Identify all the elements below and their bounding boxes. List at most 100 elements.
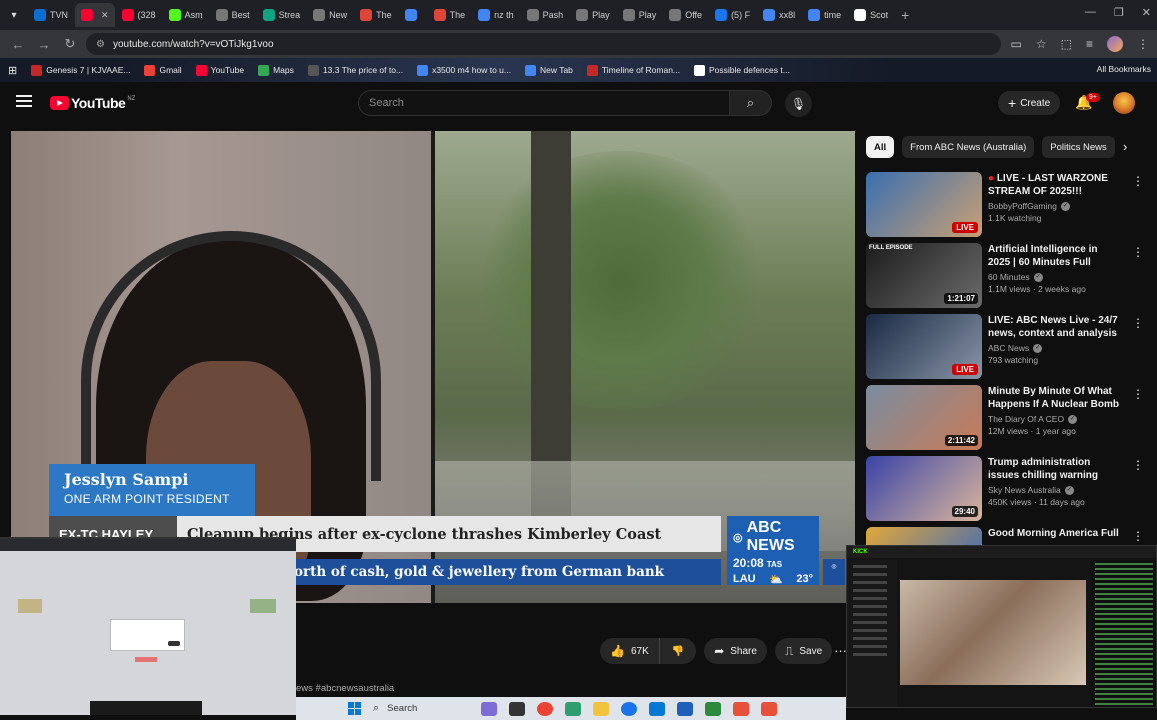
more-options-icon[interactable]: ⋮	[1132, 387, 1144, 401]
bookmark-item[interactable]: x3500 m4 how to u...	[417, 64, 511, 76]
apps-grid-icon[interactable]: ⊞	[8, 64, 17, 77]
back-icon[interactable]: ←	[8, 37, 28, 52]
recommendation-title-block[interactable]: LIVE: ABC News Live - 24/7 news, context…	[988, 314, 1122, 340]
description-hashtags[interactable]: ews #abcnewsaustralia	[296, 683, 394, 694]
edge-icon[interactable]	[621, 701, 637, 716]
reload-icon[interactable]: ↻	[60, 36, 80, 52]
recommendation-item[interactable]: LIVE ● LIVE - LAST WARZONE STREAM OF 2025…	[866, 172, 1156, 243]
save-button[interactable]: ⎍ Save	[774, 638, 833, 664]
minimize-icon[interactable]: —	[1085, 6, 1096, 19]
mail-icon[interactable]	[649, 701, 665, 716]
url-omnibox[interactable]: ⚙ youtube.com/watch?v=vOTiJkg1voo	[86, 33, 1001, 55]
maximize-icon[interactable]: ❐	[1114, 6, 1124, 19]
bookmark-item[interactable]: Possible defences t...	[694, 64, 790, 76]
browser-tab[interactable]: Asm	[163, 3, 209, 27]
video-player[interactable]: Jesslyn Sampi ONE ARM POINT RESIDENT EX-…	[11, 131, 855, 603]
browser-tab[interactable]: The	[428, 3, 472, 27]
profile-avatar[interactable]	[1107, 36, 1123, 52]
browser-tab[interactable]: nz th	[472, 3, 520, 27]
tab-search-menu-icon[interactable]: ▾	[4, 5, 24, 25]
store-icon[interactable]	[677, 701, 693, 716]
new-tab-button[interactable]: +	[901, 7, 909, 23]
bookmark-item[interactable]: Gmail	[144, 64, 182, 76]
recommendation-channel[interactable]: The Diary Of A CEO	[988, 414, 1064, 424]
browser-tab[interactable]: Scot	[848, 3, 894, 27]
browser-tab[interactable]: Best	[210, 3, 256, 27]
recommendation-thumbnail[interactable]: LIVE	[866, 314, 982, 379]
site-info-icon[interactable]: ⚙	[96, 39, 105, 50]
browser-tab[interactable]	[399, 3, 427, 27]
guide-menu-icon[interactable]	[16, 95, 32, 110]
filter-chip[interactable]: Politics News	[1042, 136, 1115, 158]
windows-start-icon[interactable]	[348, 702, 361, 715]
recommendation-thumbnail[interactable]: LIVE	[866, 172, 982, 237]
recommendation-thumbnail[interactable]: 29:40	[866, 456, 982, 521]
more-options-icon[interactable]: ⋮	[1132, 458, 1144, 472]
extensions-icon[interactable]: ⬚	[1061, 37, 1072, 51]
app-icon-2[interactable]	[733, 701, 749, 716]
more-options-icon[interactable]: ⋮	[1132, 245, 1144, 259]
recommendation-item[interactable]: 2:11:42 Minute By Minute Of What Happens …	[866, 385, 1156, 456]
browser-tab[interactable]: (328	[116, 3, 162, 27]
app-icon[interactable]	[705, 701, 721, 716]
browser-tab[interactable]: time	[802, 3, 847, 27]
dislike-button[interactable]: 👎	[659, 638, 697, 664]
task-view-icon[interactable]	[509, 701, 525, 716]
share-button[interactable]: ➦ Share	[704, 638, 767, 664]
browser-tab[interactable]: ✕	[75, 3, 115, 27]
bookmark-item[interactable]: Genesis 7 | KJVAAE...	[31, 64, 130, 76]
bookmark-item[interactable]: Timeline of Roman...	[586, 64, 680, 76]
more-options-icon[interactable]: ⋮	[1132, 316, 1144, 330]
bookmark-item[interactable]: New Tab	[524, 64, 573, 76]
recommendation-channel[interactable]: 60 Minutes	[988, 272, 1030, 282]
create-button[interactable]: + Create	[998, 91, 1061, 115]
app-icon-3[interactable]	[761, 701, 777, 716]
forward-icon[interactable]: →	[34, 37, 54, 52]
recommendation-item[interactable]: LIVE LIVE: ABC News Live - 24/7 news, con…	[866, 314, 1156, 385]
browser-tab[interactable]: (5) F	[709, 3, 756, 27]
recommendation-channel[interactable]: BobbyPoffGaming	[988, 201, 1057, 211]
like-button[interactable]: 👍 67K	[600, 638, 660, 664]
browser-tab[interactable]: Pash	[521, 3, 570, 27]
close-window-icon[interactable]: ✕	[1142, 6, 1151, 19]
widgets-icon[interactable]	[481, 701, 497, 716]
cast-icon[interactable]: ▭	[1011, 37, 1022, 51]
recommendation-channel[interactable]: ABC News	[988, 343, 1029, 353]
browser-tab[interactable]: Play	[617, 3, 663, 27]
chrome-menu-icon[interactable]: ⋮	[1137, 37, 1149, 51]
bookmark-item[interactable]: Maps	[258, 64, 294, 76]
recommendation-title-block[interactable]: Artificial Intelligence in 2025 | 60 Min…	[988, 243, 1122, 269]
recommendation-item[interactable]: FULL EPISODE 1:21:07 Artificial Intelligen…	[866, 243, 1156, 314]
bookmark-star-icon[interactable]: ☆	[1036, 37, 1047, 51]
recommendation-title-block[interactable]: Good Morning America Full	[988, 527, 1122, 540]
recommendation-thumbnail[interactable]: 2:11:42	[866, 385, 982, 450]
bookmark-item[interactable]: YouTube	[195, 64, 244, 76]
recommendation-title-block[interactable]: ● LIVE - LAST WARZONE STREAM OF 2025!!!	[988, 172, 1122, 198]
browser-tab[interactable]: xx8l	[757, 3, 801, 27]
youtube-logo[interactable]: YouTube NZ	[50, 95, 135, 111]
search-button[interactable]: ⌕	[730, 90, 772, 116]
filter-chip[interactable]: From ABC News (Australia)	[902, 136, 1035, 158]
recommendation-title-block[interactable]: Trump administration issues chilling war…	[988, 456, 1122, 482]
recommendation-title-block[interactable]: Minute By Minute Of What Happens If A Nu…	[988, 385, 1122, 411]
browser-tab[interactable]: Offe	[663, 3, 708, 27]
browser-tab[interactable]: TVN	[28, 3, 74, 27]
recommendation-item[interactable]: 29:40 Trump administration issues chillin…	[866, 456, 1156, 527]
tab-close-icon[interactable]: ✕	[101, 10, 109, 21]
filter-chip[interactable]: All	[866, 136, 895, 158]
browser-tab[interactable]: The	[354, 3, 398, 27]
browser-tab[interactable]: Play	[570, 3, 616, 27]
voice-search-button[interactable]: 🎙	[785, 90, 812, 117]
all-bookmarks-button[interactable]: All Bookmarks	[1097, 64, 1151, 74]
search-input[interactable]: Search	[358, 90, 730, 116]
account-avatar[interactable]	[1113, 92, 1135, 114]
browser-tab[interactable]: New	[307, 3, 353, 27]
recommendation-thumbnail[interactable]: FULL EPISODE 1:21:07	[866, 243, 982, 308]
browser-tab[interactable]: Strea	[257, 3, 307, 27]
copilot-icon[interactable]	[565, 701, 581, 716]
more-options-icon[interactable]: ⋮	[1132, 174, 1144, 188]
chevron-right-icon[interactable]: ›	[1123, 139, 1127, 154]
file-explorer-icon[interactable]	[593, 701, 609, 716]
bookmark-item[interactable]: 13.3 The price of to...	[307, 64, 403, 76]
taskbar-search[interactable]: ⌕ Search	[373, 700, 473, 718]
